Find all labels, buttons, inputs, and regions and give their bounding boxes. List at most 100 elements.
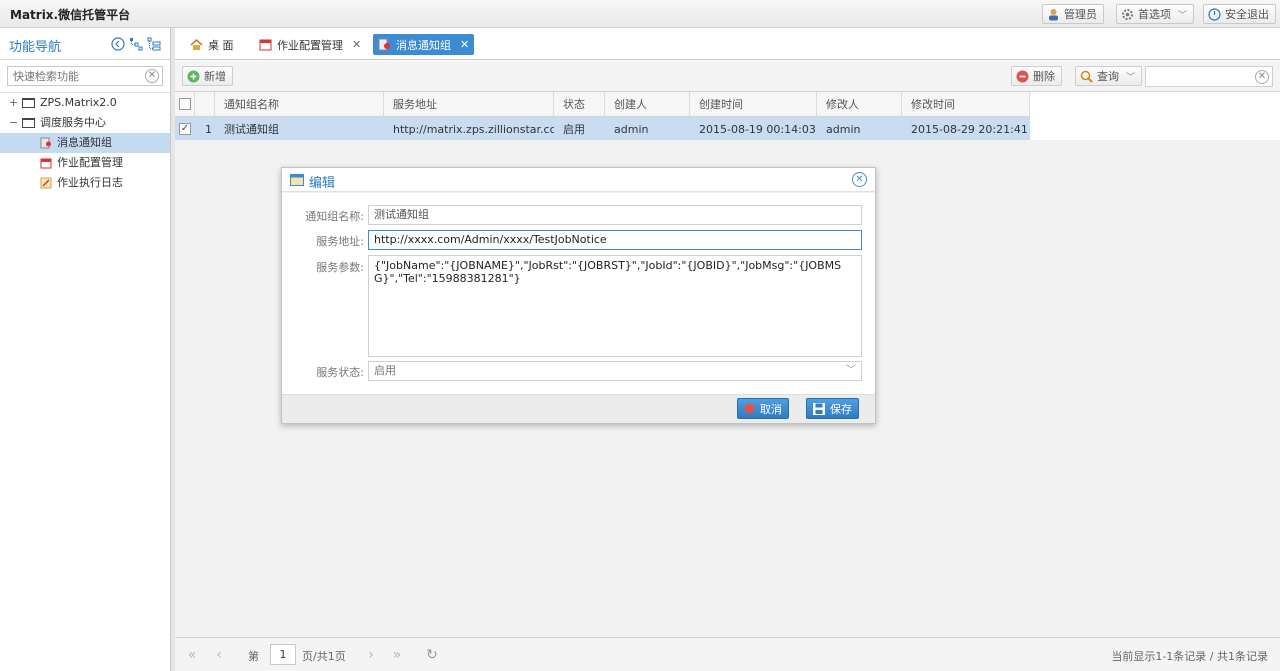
message-icon bbox=[40, 137, 51, 149]
delete-icon bbox=[1016, 70, 1029, 82]
dialog-footer: 取消 保存 bbox=[282, 394, 875, 423]
calendar-icon bbox=[259, 39, 272, 51]
page-number-input[interactable]: 1 bbox=[270, 644, 296, 665]
tree-node-job-config[interactable]: 作业配置管理 bbox=[0, 153, 170, 173]
close-icon[interactable]: ✕ bbox=[852, 172, 867, 187]
chevron-down-icon: ﹀ bbox=[1126, 72, 1136, 83]
cell-modifier: admin bbox=[826, 123, 861, 136]
data-grid: 通知组名称 服务地址 状态 创建人 创建时间 修改人 修改时间 ✓ 1 测试通知… bbox=[175, 92, 1280, 142]
tree-node-label: ZPS.Matrix2.0 bbox=[40, 96, 117, 109]
clear-icon[interactable]: ✕ bbox=[145, 69, 159, 83]
admin-button[interactable]: 管理员 bbox=[1042, 4, 1104, 24]
grid-header: 通知组名称 服务地址 状态 创建人 创建时间 修改人 修改时间 bbox=[175, 92, 1030, 117]
close-icon[interactable]: ✕ bbox=[352, 38, 361, 51]
cell-modified: 2015-08-29 20:21:41 bbox=[911, 123, 1028, 136]
tree-node-label: 调度服务中心 bbox=[40, 116, 106, 129]
tree-node-notify-group[interactable]: 消息通知组 bbox=[0, 133, 170, 153]
tree-node-job-log[interactable]: 作业执行日志 bbox=[0, 173, 170, 193]
table-row[interactable]: ✓ 1 测试通知组 http://matrix.zps.zillionstar.… bbox=[175, 117, 1030, 142]
preferences-label: 首选项 bbox=[1138, 8, 1171, 21]
grid-toolbar: 新增 删除 查询 ﹀ ✕ bbox=[175, 61, 1280, 92]
calendar-icon bbox=[40, 158, 52, 169]
folder-open-icon bbox=[22, 118, 35, 128]
tree-node-label: 作业配置管理 bbox=[57, 156, 123, 169]
header-creator[interactable]: 创建人 bbox=[605, 92, 690, 117]
collapse-icon[interactable] bbox=[111, 37, 125, 51]
preferences-button[interactable]: 首选项 ﹀ bbox=[1116, 4, 1195, 24]
message-icon bbox=[378, 38, 390, 51]
sidebar-title: 功能导航 bbox=[9, 40, 62, 55]
quick-search-box: ✕ bbox=[7, 66, 163, 86]
query-button[interactable]: 查询 ﹀ bbox=[1075, 66, 1143, 86]
url-field[interactable]: http://xxxx.com/Admin/xxxx/TestJobNotice bbox=[368, 230, 862, 250]
params-label: 服务参数: bbox=[316, 261, 364, 274]
next-page-icon[interactable]: › bbox=[361, 645, 381, 665]
app-title: Matrix.微信托管平台 bbox=[10, 8, 131, 22]
page-suffix: 页/共1页 bbox=[302, 650, 346, 663]
cancel-button[interactable]: 取消 bbox=[737, 398, 789, 419]
edit-dialog: 编辑 ✕ 通知组名称: 测试通知组 服务地址: http://xxxx.com/… bbox=[281, 167, 876, 424]
logout-label: 安全退出 bbox=[1225, 8, 1269, 21]
admin-label: 管理员 bbox=[1064, 8, 1097, 21]
collapse-tree-icon[interactable] bbox=[147, 37, 161, 51]
header-url[interactable]: 服务地址 bbox=[384, 92, 554, 117]
logout-button[interactable]: 安全退出 bbox=[1203, 4, 1276, 24]
save-button[interactable]: 保存 bbox=[806, 398, 859, 419]
gear-icon bbox=[1122, 8, 1133, 20]
expand-icon[interactable]: + bbox=[9, 93, 18, 113]
tab-label: 桌 面 bbox=[208, 38, 234, 52]
header-created[interactable]: 创建时间 bbox=[690, 92, 817, 117]
record-info: 当前显示1-1条记录 / 共1条记录 bbox=[1111, 650, 1268, 663]
search-icon bbox=[1080, 70, 1093, 83]
select-all-checkbox[interactable] bbox=[179, 98, 191, 110]
cell-creator: admin bbox=[614, 123, 649, 136]
query-label: 查询 bbox=[1097, 70, 1119, 83]
params-textarea[interactable]: {"JobName":"{JOBNAME}","JobRst":"{JOBRST… bbox=[368, 255, 862, 357]
quick-search-input[interactable] bbox=[8, 67, 136, 85]
top-bar: Matrix.微信托管平台 管理员 首选项 ﹀ 安全退出 bbox=[0, 0, 1280, 28]
add-button[interactable]: 新增 bbox=[182, 66, 233, 86]
header-modifier[interactable]: 修改人 bbox=[817, 92, 902, 117]
cell-url: http://matrix.zps.zillionstar.co... bbox=[393, 123, 554, 136]
add-label: 新增 bbox=[204, 70, 226, 83]
delete-button[interactable]: 删除 bbox=[1011, 66, 1062, 86]
tab-job-config[interactable]: 作业配置管理 ✕ bbox=[254, 34, 366, 55]
expand-tree-icon[interactable] bbox=[129, 37, 143, 51]
tree-node-scheduler-center[interactable]: − 调度服务中心 bbox=[0, 113, 170, 133]
tab-bar: 桌 面 作业配置管理 ✕ 消息通知组 ✕ bbox=[175, 28, 1280, 60]
tab-desktop[interactable]: 桌 面 bbox=[185, 34, 239, 55]
user-icon bbox=[1049, 8, 1058, 20]
header-modified[interactable]: 修改时间 bbox=[902, 92, 1030, 117]
prev-page-icon[interactable]: ‹ bbox=[209, 645, 229, 665]
status-select[interactable]: 启用 ﹀ bbox=[368, 361, 862, 381]
tree-node-zps-matrix[interactable]: + ZPS.Matrix2.0 bbox=[0, 93, 170, 113]
toolbar-search-input[interactable]: ✕ bbox=[1145, 66, 1273, 87]
cancel-label: 取消 bbox=[760, 402, 782, 416]
collapse-node-icon[interactable]: − bbox=[9, 113, 18, 133]
header-name[interactable]: 通知组名称 bbox=[215, 92, 384, 117]
name-field[interactable]: 测试通知组 bbox=[368, 205, 862, 225]
close-icon[interactable]: ✕ bbox=[460, 38, 469, 51]
edit-window-icon bbox=[290, 174, 304, 186]
tab-notify-group[interactable]: 消息通知组 ✕ bbox=[373, 34, 475, 55]
refresh-icon[interactable]: ↻ bbox=[422, 645, 442, 665]
status-select-value: 启用 bbox=[374, 364, 396, 377]
sidebar: 功能导航 ✕ + ZPS.Matrix2.0 − 调度服务中心 消息通知组 作业… bbox=[0, 28, 171, 671]
save-label: 保存 bbox=[830, 402, 852, 416]
tab-label: 作业配置管理 bbox=[277, 38, 343, 52]
row-number: 1 bbox=[205, 123, 212, 136]
header-status[interactable]: 状态 bbox=[554, 92, 605, 117]
tab-label: 消息通知组 bbox=[396, 38, 451, 52]
row-checkbox[interactable]: ✓ bbox=[179, 123, 191, 135]
page-prefix: 第 bbox=[248, 650, 259, 663]
clear-icon[interactable]: ✕ bbox=[1255, 70, 1269, 84]
power-icon bbox=[1208, 7, 1221, 21]
status-label: 服务状态: bbox=[316, 366, 364, 379]
first-page-icon[interactable]: « bbox=[182, 645, 202, 665]
save-icon bbox=[813, 402, 825, 415]
dialog-title: 编辑 bbox=[309, 176, 336, 191]
add-icon bbox=[187, 70, 200, 82]
last-page-icon[interactable]: » bbox=[387, 645, 407, 665]
sidebar-header: 功能导航 bbox=[0, 28, 170, 60]
row-select-cell: ✓ bbox=[175, 117, 195, 142]
